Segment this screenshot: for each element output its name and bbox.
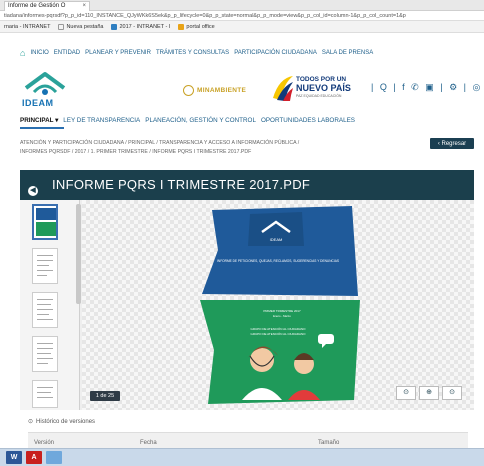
bookmark-2017-intranet[interactable]: 2017 - INTRANET - I	[111, 23, 171, 30]
cover-period-sub: Enero - Marzo	[273, 314, 291, 318]
cover-page: IDEAM INFORME DE PETICIONES, QUEJAS, REC…	[200, 206, 360, 404]
cover-group: GRUPO DE ATENCIÓN AL CIUDADANO	[250, 326, 306, 331]
document-viewer: IDEAM INFORME DE PETICIONES, QUEJAS, REC…	[20, 200, 474, 410]
todos-por-un-nuevo-pais-logo: TODOS POR UN NUEVO PAÍS PAZ EQUIDAD EDUC…	[271, 74, 353, 102]
tab-close-icon[interactable]: ×	[82, 3, 86, 9]
col-fecha: Fecha	[140, 440, 157, 446]
bookmark-label: Nueva pestaña	[66, 23, 104, 30]
word-icon[interactable]: W	[6, 451, 22, 464]
todos-line2: NUEVO PAÍS	[296, 83, 351, 93]
top-navigation: ⌂ INICIO ENTIDAD PLANEAR Y PREVENIR TRÁM…	[20, 48, 373, 58]
breadcrumb: ATENCIÓN Y PARTICIPACIÓN CIUDADANA / PRI…	[20, 139, 400, 157]
topnav-inicio[interactable]: INICIO	[30, 50, 48, 56]
todos-line1: TODOS POR UN	[296, 76, 347, 83]
version-history-title: Histórico de versiones	[36, 418, 96, 425]
document-viewer-header: ◀ INFORME PQRS I TRIMESTRE 2017.PDF	[20, 170, 474, 200]
breadcrumb-line-2[interactable]: INFORMES PQRSDF / 2017 / 1. PRIMER TRIME…	[20, 148, 400, 157]
document-title: INFORME PQRS I TRIMESTRE 2017.PDF	[52, 177, 311, 192]
browser-tabbar: Informe de Gestión O ×	[0, 0, 484, 11]
bookmarks-bar: rnaria - INTRANET Nueva pestaña 2017 - I…	[0, 21, 484, 33]
topnav-entidad[interactable]: ENTIDAD	[54, 50, 80, 56]
nav-oportunidades[interactable]: OPORTUNIDADES LABORALES	[261, 117, 355, 124]
topnav-sala-prensa[interactable]: SALA DE PRENSA	[322, 50, 373, 56]
bookmark-label: 2017 - INTRANET - I	[119, 23, 171, 30]
ideam-logo-text: IDEAM	[22, 98, 54, 108]
fit-page-button[interactable]: ⊙	[396, 386, 416, 400]
nav-principal[interactable]: PRINCIPAL ▾	[20, 117, 58, 124]
main-navigation: PRINCIPAL ▾ LEY DE TRANSPARENCIA PLANEAC…	[20, 117, 355, 124]
breadcrumb-line-1[interactable]: ATENCIÓN Y PARTICIPACIÓN CIUDADANA / PRI…	[20, 139, 400, 148]
thumbnail-page-3[interactable]	[32, 292, 58, 328]
bookmark-label: portal office	[186, 23, 215, 30]
cover-group-2: GRUPO DE ATENCIÓN AL CIUDADANO	[250, 331, 306, 336]
colombia-seal-icon	[183, 85, 194, 96]
nav-ley-transparencia[interactable]: LEY DE TRANSPARENCIA	[63, 117, 140, 124]
acrobat-icon[interactable]: A	[26, 451, 42, 464]
topnav-tramites[interactable]: TRÁMITES Y CONSULTAS	[156, 50, 229, 56]
topnav-participacion[interactable]: PARTICIPACIÓN CIUDADANA	[234, 50, 317, 56]
thumbnail-page-4[interactable]	[32, 336, 58, 372]
col-version: Versión	[34, 440, 55, 446]
bookmark-label: rnaria - INTRANET	[4, 23, 51, 30]
zoom-button[interactable]: ⊕	[419, 386, 439, 400]
nav-planeacion[interactable]: PLANEACIÓN, GESTIÓN Y CONTROL	[145, 117, 256, 124]
colombia-flag-swoosh-icon	[273, 76, 293, 101]
viewer-controls: ⊙ ⊕ ⊙	[396, 386, 462, 400]
bookmark-portal-office[interactable]: portal office	[178, 23, 215, 30]
explorer-icon[interactable]	[46, 451, 62, 464]
speech-bubble-icon	[318, 334, 334, 344]
minambiente-text: MINAMBIENTE	[197, 87, 247, 94]
woman-face	[250, 348, 274, 372]
thumbnail-page-1[interactable]	[32, 204, 58, 240]
page-canvas[interactable]: IDEAM INFORME DE PETICIONES, QUEJAS, REC…	[82, 200, 474, 410]
thumbnail-sidebar	[20, 200, 81, 410]
clock-icon: ⊙	[28, 419, 34, 425]
download-button[interactable]: ⊙	[442, 386, 462, 400]
page-icon	[58, 23, 65, 30]
bookmark-new-tab[interactable]: Nueva pestaña	[58, 23, 104, 30]
header-tools-icons[interactable]: | Q | f ✆ ▣ | ⚙ | ◎ ▾	[371, 82, 484, 93]
version-history-toggle[interactable]: ⊙ Histórico de versiones	[28, 418, 96, 426]
topnav-planear[interactable]: PLANEAR Y PREVENIR	[85, 50, 151, 56]
col-tamano: Tamaño	[318, 440, 340, 446]
browser-tab[interactable]: Informe de Gestión O ×	[4, 1, 90, 11]
bookmark-intranet[interactable]: rnaria - INTRANET	[4, 24, 50, 30]
address-bar[interactable]: tiadana/informes-pqrsdf?p_p_id=110_INSTA…	[0, 11, 484, 21]
windows-taskbar: W A	[0, 448, 484, 466]
minambiente-logo: MINAMBIENTE	[183, 85, 246, 96]
toggle-sidebar-icon[interactable]: ◀	[28, 186, 38, 196]
nav-active-indicator	[20, 127, 64, 129]
thumbnail-page-5[interactable]	[32, 380, 58, 408]
cover-heading: INFORME DE PETICIONES, QUEJAS, RECLAMOS,…	[217, 259, 339, 263]
regresar-button[interactable]: ‹ Regresar	[430, 138, 474, 149]
tab-title: Informe de Gestión O	[8, 3, 66, 9]
cover-period: PRIMER TRIMESTRE 2017	[263, 309, 301, 313]
thumbnail-page-2[interactable]	[32, 248, 58, 284]
thumbnail-scrollbar[interactable]	[76, 204, 81, 304]
todos-line3: PAZ EQUIDAD EDUCACIÓN	[296, 94, 342, 98]
office-icon	[178, 23, 185, 30]
cover-brand: IDEAM	[270, 237, 283, 242]
site-icon	[111, 23, 118, 30]
page-counter: 1 de 25	[90, 391, 120, 401]
ideam-small-logo-icon[interactable]: ⌂	[20, 48, 25, 58]
